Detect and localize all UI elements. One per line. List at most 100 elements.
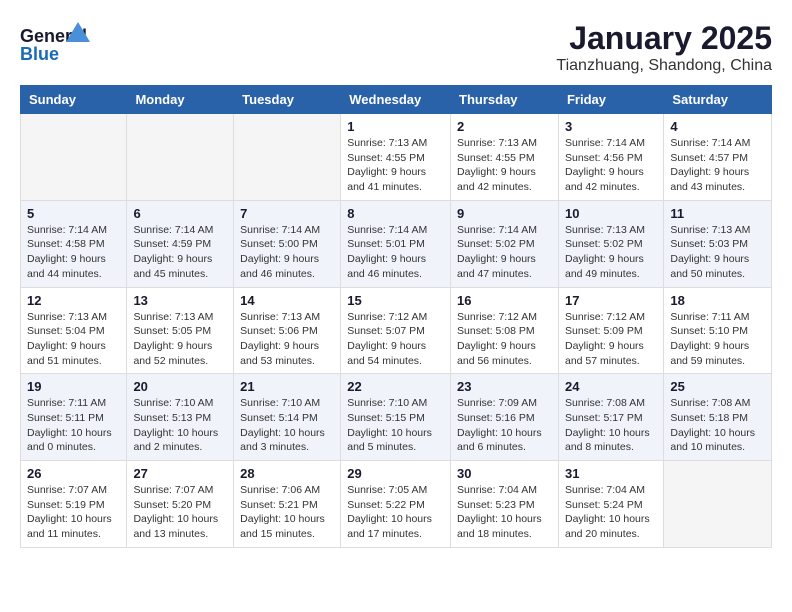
calendar-cell: 17 Sunrise: 7:12 AM Sunset: 5:09 PM Dayli…: [558, 287, 663, 374]
day-info: Sunrise: 7:11 AM Sunset: 5:10 PM Dayligh…: [670, 310, 765, 369]
day-info: Sunrise: 7:14 AM Sunset: 4:59 PM Dayligh…: [133, 223, 227, 282]
day-number: 27: [133, 466, 227, 481]
day-info: Sunrise: 7:05 AM Sunset: 5:22 PM Dayligh…: [347, 483, 444, 542]
weekday-header-thursday: Thursday: [451, 86, 559, 114]
day-number: 24: [565, 379, 657, 394]
day-info: Sunrise: 7:14 AM Sunset: 4:58 PM Dayligh…: [27, 223, 120, 282]
calendar-week-row: 12 Sunrise: 7:13 AM Sunset: 5:04 PM Dayli…: [21, 287, 772, 374]
calendar-cell: 15 Sunrise: 7:12 AM Sunset: 5:07 PM Dayli…: [341, 287, 451, 374]
calendar-cell: 21 Sunrise: 7:10 AM Sunset: 5:14 PM Dayli…: [234, 374, 341, 461]
calendar-cell: 16Sunrise: 7:12 AM Sunset: 5:08 PM Dayli…: [451, 287, 559, 374]
day-number: 10: [565, 206, 657, 221]
day-number: 18: [670, 293, 765, 308]
day-number: 4: [670, 119, 765, 134]
day-number: 1: [347, 119, 444, 134]
day-info: Sunrise: 7:12 AM Sunset: 5:07 PM Dayligh…: [347, 310, 444, 369]
day-info: Sunrise: 7:13 AM Sunset: 5:02 PM Dayligh…: [565, 223, 657, 282]
calendar-cell: 8Sunrise: 7:14 AM Sunset: 5:01 PM Daylig…: [341, 200, 451, 287]
day-number: 2: [457, 119, 552, 134]
calendar-cell: [21, 114, 127, 201]
logo: General Blue: [20, 20, 90, 70]
calendar-cell: 4 Sunrise: 7:14 AM Sunset: 4:57 PM Daylig…: [664, 114, 772, 201]
calendar-cell: 1 Sunrise: 7:13 AM Sunset: 4:55 PM Daylig…: [341, 114, 451, 201]
day-info: Sunrise: 7:14 AM Sunset: 5:02 PM Dayligh…: [457, 223, 552, 282]
day-info: Sunrise: 7:14 AM Sunset: 5:01 PM Dayligh…: [347, 223, 444, 282]
calendar-cell: 5 Sunrise: 7:14 AM Sunset: 4:58 PM Daylig…: [21, 200, 127, 287]
day-number: 7: [240, 206, 334, 221]
day-info: Sunrise: 7:13 AM Sunset: 4:55 PM Dayligh…: [347, 136, 444, 195]
day-number: 22: [347, 379, 444, 394]
calendar-week-row: 19 Sunrise: 7:11 AM Sunset: 5:11 PM Dayli…: [21, 374, 772, 461]
calendar-cell: 14 Sunrise: 7:13 AM Sunset: 5:06 PM Dayli…: [234, 287, 341, 374]
page-header: General Blue January 2025 Tianzhuang, Sh…: [20, 20, 772, 75]
day-number: 25: [670, 379, 765, 394]
day-info: Sunrise: 7:08 AM Sunset: 5:18 PM Dayligh…: [670, 396, 765, 455]
calendar-cell: 12 Sunrise: 7:13 AM Sunset: 5:04 PM Dayli…: [21, 287, 127, 374]
day-number: 6: [133, 206, 227, 221]
calendar-cell: 7 Sunrise: 7:14 AM Sunset: 5:00 PM Daylig…: [234, 200, 341, 287]
day-info: Sunrise: 7:10 AM Sunset: 5:15 PM Dayligh…: [347, 396, 444, 455]
day-number: 12: [27, 293, 120, 308]
calendar-cell: 27 Sunrise: 7:07 AM Sunset: 5:20 PM Dayli…: [127, 461, 234, 548]
weekday-header-tuesday: Tuesday: [234, 86, 341, 114]
calendar-cell: 19 Sunrise: 7:11 AM Sunset: 5:11 PM Dayli…: [21, 374, 127, 461]
calendar-cell: 18 Sunrise: 7:11 AM Sunset: 5:10 PM Dayli…: [664, 287, 772, 374]
day-info: Sunrise: 7:13 AM Sunset: 5:04 PM Dayligh…: [27, 310, 120, 369]
day-info: Sunrise: 7:14 AM Sunset: 5:00 PM Dayligh…: [240, 223, 334, 282]
calendar-cell: 25 Sunrise: 7:08 AM Sunset: 5:18 PM Dayli…: [664, 374, 772, 461]
day-info: Sunrise: 7:07 AM Sunset: 5:19 PM Dayligh…: [27, 483, 120, 542]
day-info: Sunrise: 7:04 AM Sunset: 5:23 PM Dayligh…: [457, 483, 552, 542]
logo-icon: General Blue: [20, 20, 90, 65]
calendar-cell: 2 Sunrise: 7:13 AM Sunset: 4:55 PM Daylig…: [451, 114, 559, 201]
day-info: Sunrise: 7:12 AM Sunset: 5:09 PM Dayligh…: [565, 310, 657, 369]
day-info: Sunrise: 7:07 AM Sunset: 5:20 PM Dayligh…: [133, 483, 227, 542]
day-number: 11: [670, 206, 765, 221]
day-number: 29: [347, 466, 444, 481]
day-info: Sunrise: 7:11 AM Sunset: 5:11 PM Dayligh…: [27, 396, 120, 455]
day-number: 16: [457, 293, 552, 308]
weekday-header-wednesday: Wednesday: [341, 86, 451, 114]
calendar-cell: [664, 461, 772, 548]
calendar-week-row: 26 Sunrise: 7:07 AM Sunset: 5:19 PM Dayli…: [21, 461, 772, 548]
day-info: Sunrise: 7:13 AM Sunset: 4:55 PM Dayligh…: [457, 136, 552, 195]
day-number: 20: [133, 379, 227, 394]
day-number: 15: [347, 293, 444, 308]
calendar-week-row: 1 Sunrise: 7:13 AM Sunset: 4:55 PM Daylig…: [21, 114, 772, 201]
day-info: Sunrise: 7:14 AM Sunset: 4:57 PM Dayligh…: [670, 136, 765, 195]
weekday-header-monday: Monday: [127, 86, 234, 114]
day-number: 26: [27, 466, 120, 481]
day-number: 31: [565, 466, 657, 481]
day-number: 21: [240, 379, 334, 394]
calendar-cell: 13 Sunrise: 7:13 AM Sunset: 5:05 PM Dayli…: [127, 287, 234, 374]
calendar-cell: 28Sunrise: 7:06 AM Sunset: 5:21 PM Dayli…: [234, 461, 341, 548]
calendar-cell: 30 Sunrise: 7:04 AM Sunset: 5:23 PM Dayli…: [451, 461, 559, 548]
day-info: Sunrise: 7:14 AM Sunset: 4:56 PM Dayligh…: [565, 136, 657, 195]
day-info: Sunrise: 7:04 AM Sunset: 5:24 PM Dayligh…: [565, 483, 657, 542]
day-info: Sunrise: 7:08 AM Sunset: 5:17 PM Dayligh…: [565, 396, 657, 455]
day-number: 17: [565, 293, 657, 308]
day-info: Sunrise: 7:13 AM Sunset: 5:06 PM Dayligh…: [240, 310, 334, 369]
day-number: 14: [240, 293, 334, 308]
calendar-cell: 23Sunrise: 7:09 AM Sunset: 5:16 PM Dayli…: [451, 374, 559, 461]
calendar-cell: 9 Sunrise: 7:14 AM Sunset: 5:02 PM Daylig…: [451, 200, 559, 287]
calendar-cell: 26 Sunrise: 7:07 AM Sunset: 5:19 PM Dayli…: [21, 461, 127, 548]
calendar-cell: [234, 114, 341, 201]
calendar-cell: 31 Sunrise: 7:04 AM Sunset: 5:24 PM Dayli…: [558, 461, 663, 548]
day-number: 9: [457, 206, 552, 221]
day-number: 30: [457, 466, 552, 481]
calendar-cell: 6 Sunrise: 7:14 AM Sunset: 4:59 PM Daylig…: [127, 200, 234, 287]
day-info: Sunrise: 7:10 AM Sunset: 5:14 PM Dayligh…: [240, 396, 334, 455]
calendar-cell: 10 Sunrise: 7:13 AM Sunset: 5:02 PM Dayli…: [558, 200, 663, 287]
calendar-week-row: 5 Sunrise: 7:14 AM Sunset: 4:58 PM Daylig…: [21, 200, 772, 287]
calendar-table: SundayMondayTuesdayWednesdayThursdayFrid…: [20, 85, 772, 548]
day-number: 13: [133, 293, 227, 308]
calendar-cell: 22 Sunrise: 7:10 AM Sunset: 5:15 PM Dayli…: [341, 374, 451, 461]
day-number: 5: [27, 206, 120, 221]
day-number: 19: [27, 379, 120, 394]
weekday-header-row: SundayMondayTuesdayWednesdayThursdayFrid…: [21, 86, 772, 114]
day-info: Sunrise: 7:06 AM Sunset: 5:21 PM Dayligh…: [240, 483, 334, 542]
day-info: Sunrise: 7:13 AM Sunset: 5:03 PM Dayligh…: [670, 223, 765, 282]
day-number: 3: [565, 119, 657, 134]
calendar-cell: 29 Sunrise: 7:05 AM Sunset: 5:22 PM Dayli…: [341, 461, 451, 548]
day-info: Sunrise: 7:13 AM Sunset: 5:05 PM Dayligh…: [133, 310, 227, 369]
